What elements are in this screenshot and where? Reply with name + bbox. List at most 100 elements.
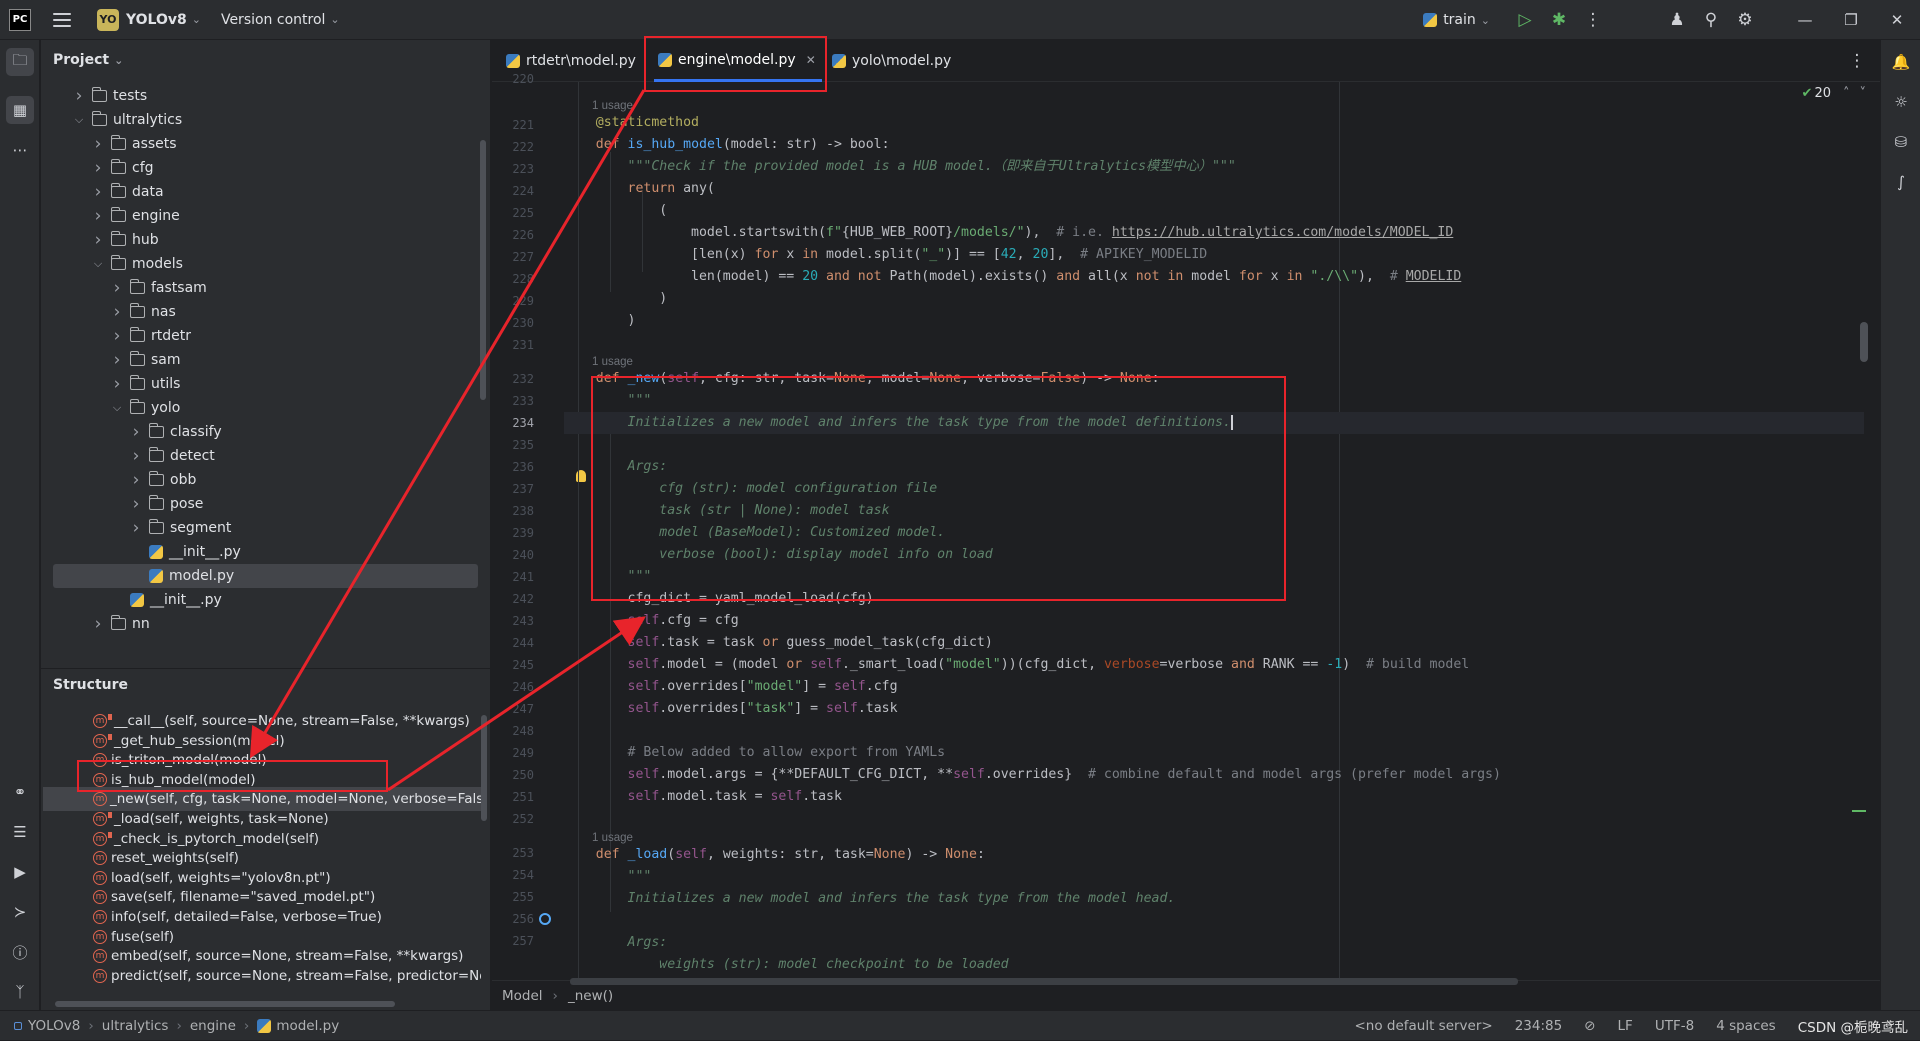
run-configuration-selector[interactable]: train ⌄ <box>1417 12 1490 28</box>
chevron-right-icon[interactable]: › <box>91 230 105 250</box>
tree-item[interactable]: › utils <box>110 372 491 396</box>
notifications-bell-icon[interactable]: 🔔 <box>1887 48 1915 76</box>
status-path-folder[interactable]: engine <box>190 1018 236 1034</box>
tree-item[interactable]: __init__.py <box>129 540 491 564</box>
server-indicator[interactable]: <no default server> <box>1354 1018 1492 1034</box>
status-path-project[interactable]: YOLOv8 <box>28 1018 80 1034</box>
tree-item[interactable]: › segment <box>129 516 491 540</box>
tree-item[interactable]: › nas <box>110 300 491 324</box>
tree-item[interactable]: › sam <box>110 348 491 372</box>
tree-item[interactable]: › fastsam <box>110 276 491 300</box>
chevron-right-icon[interactable]: › <box>110 326 124 346</box>
breadcrumb-method[interactable]: _new() <box>568 988 613 1004</box>
chevron-right-icon[interactable]: › <box>72 86 86 106</box>
tab-yolo-model[interactable]: yolo\model.py <box>832 40 951 82</box>
tree-item[interactable]: › pose <box>129 492 491 516</box>
chevron-right-icon[interactable]: › <box>129 422 143 442</box>
chevron-right-icon[interactable]: › <box>129 470 143 490</box>
chevron-down-icon[interactable]: ⌵ <box>91 257 105 271</box>
more-tools-icon[interactable]: ⋯ <box>6 136 34 164</box>
tree-item-label: yolo <box>151 400 181 416</box>
add-user-icon[interactable]: ♟ <box>1660 0 1694 40</box>
chevron-right-icon[interactable]: › <box>110 350 124 370</box>
usage-hint[interactable]: 1 usage <box>592 832 633 844</box>
structure-item-label: save(self, filename="saved_model.pt") <box>111 889 376 906</box>
tree-item[interactable]: › cfg <box>91 156 491 180</box>
main-menu-icon[interactable] <box>53 12 71 27</box>
line-separator[interactable]: LF <box>1618 1018 1633 1034</box>
tree-item[interactable]: › obb <box>129 468 491 492</box>
chevron-right-icon[interactable]: › <box>110 278 124 298</box>
tabs-menu-icon[interactable]: ⋮ <box>1840 40 1874 82</box>
status-path-package[interactable]: ultralytics <box>102 1018 169 1034</box>
tree-item[interactable]: model.py <box>53 564 478 588</box>
chevron-right-icon[interactable]: › <box>129 494 143 514</box>
tree-item[interactable]: ⌵ yolo <box>110 396 491 420</box>
structure-hscrollbar[interactable] <box>55 1001 395 1007</box>
database-icon[interactable]: ⛁ <box>1887 128 1915 156</box>
tree-item[interactable]: › detect <box>129 444 491 468</box>
debug-icon[interactable]: ✱ <box>1542 0 1576 40</box>
line-number: 228 <box>512 272 534 286</box>
tree-item[interactable]: ⌵ ultralytics <box>72 108 491 132</box>
project-name[interactable]: YOLOv8 <box>126 12 187 28</box>
tree-item[interactable]: ⌵ models <box>91 252 491 276</box>
chevron-right-icon[interactable]: › <box>129 518 143 538</box>
tree-item[interactable]: › engine <box>91 204 491 228</box>
chevron-down-icon[interactable]: ⌵ <box>110 401 124 415</box>
tree-item[interactable]: › nn <box>91 612 491 636</box>
layers-icon[interactable]: ☰ <box>6 818 34 846</box>
chevron-right-icon[interactable]: › <box>91 182 105 202</box>
editor-hscrollbar[interactable] <box>570 978 1518 985</box>
indent-setting[interactable]: 4 spaces <box>1716 1018 1776 1034</box>
chevron-down-icon[interactable]: ⌵ <box>72 113 86 127</box>
tree-item[interactable]: › classify <box>129 420 491 444</box>
version-control-menu[interactable]: Version control <box>221 12 325 28</box>
editor-vscrollbar[interactable] <box>1860 322 1868 362</box>
structure-scrollbar[interactable] <box>481 715 487 821</box>
settings-gear-icon[interactable]: ⚙ <box>1728 0 1762 40</box>
chevron-right-icon[interactable]: › <box>110 374 124 394</box>
minimize-icon[interactable]: — <box>1782 0 1828 40</box>
chevron-right-icon[interactable]: › <box>91 614 105 634</box>
chevron-right-icon[interactable]: › <box>110 302 124 322</box>
tree-item[interactable]: › hub <box>91 228 491 252</box>
project-tree-scrollbar[interactable] <box>480 140 486 400</box>
more-actions-icon[interactable]: ⋮ <box>1576 0 1610 40</box>
override-marker-icon[interactable] <box>539 913 551 925</box>
git-branch-icon[interactable]: ᛉ <box>6 978 34 1006</box>
breadcrumb-class[interactable]: Model <box>502 988 543 1004</box>
status-path-file[interactable]: model.py <box>276 1018 339 1034</box>
restore-icon[interactable]: ❐ <box>1828 0 1874 40</box>
run-icon[interactable]: ▷ <box>1508 0 1542 40</box>
structure-icon[interactable]: ▦ <box>6 96 34 124</box>
line-number: 253 <box>512 846 534 860</box>
tree-item[interactable]: › tests <box>72 84 491 108</box>
usage-hint[interactable]: 1 usage <box>592 356 633 368</box>
tree-item[interactable]: › assets <box>91 132 491 156</box>
tree-item[interactable]: › data <box>91 180 491 204</box>
structure-item[interactable]: m predict(self, source=None, stream=False… <box>41 964 481 988</box>
project-panel-title[interactable]: Project ⌄ <box>53 52 123 68</box>
caret-position[interactable]: 234:85 <box>1515 1018 1563 1034</box>
readonly-toggle-icon[interactable]: ⊘ <box>1584 1018 1595 1034</box>
close-icon[interactable]: ✕ <box>1874 0 1920 40</box>
project-badge[interactable]: YO <box>97 8 119 31</box>
sciview-icon[interactable]: ∫ <box>1887 168 1915 196</box>
project-folder-icon[interactable]: 🗀 <box>6 48 34 76</box>
file-encoding[interactable]: UTF-8 <box>1655 1018 1694 1034</box>
usage-hint[interactable]: 1 usage <box>592 100 633 112</box>
chevron-right-icon[interactable]: › <box>129 446 143 466</box>
ai-assistant-icon[interactable]: ☼ <box>1887 88 1915 116</box>
python-console-icon[interactable]: ⚭ <box>6 778 34 806</box>
chevron-right-icon[interactable]: › <box>91 158 105 178</box>
tree-item[interactable]: __init__.py <box>110 588 491 612</box>
problems-icon[interactable]: ⓘ <box>6 938 34 966</box>
services-icon[interactable]: ▶ <box>6 858 34 886</box>
chevron-right-icon[interactable]: › <box>91 134 105 154</box>
chevron-down-icon: ⌄ <box>1480 13 1490 27</box>
terminal-icon[interactable]: ≻ <box>6 898 34 926</box>
chevron-right-icon[interactable]: › <box>91 206 105 226</box>
tree-item[interactable]: › rtdetr <box>110 324 491 348</box>
search-icon[interactable]: ⚲ <box>1694 0 1728 40</box>
